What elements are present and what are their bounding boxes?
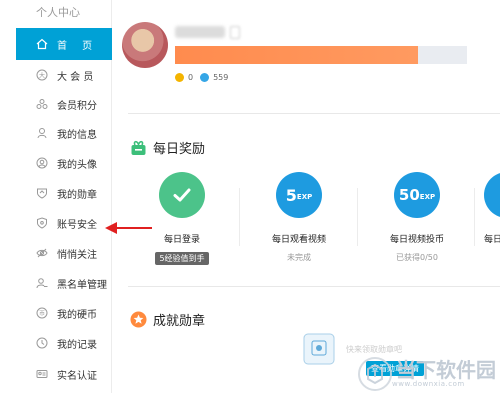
sidebar-item-label: 黑名单管理 [57,279,107,291]
blacklist-icon [35,276,49,290]
username-blurred [175,26,225,38]
reward-name: 每日观看视频 [271,235,326,245]
sidebar-item-label: 实名认证 [57,370,97,382]
sidebar-item-vip[interactable]: 大 大 会 员 [16,59,112,91]
sidebar-item-label: 我的硬币 [57,309,97,321]
record-icon [35,336,49,350]
divider [128,286,500,287]
avatar-icon [35,156,49,170]
vip-icon: 大 [35,68,49,82]
id-card-icon [35,367,49,381]
home-icon [35,37,49,51]
sidebar-title: 个人中心 [36,6,80,19]
exp-suffix: EXP [419,193,436,201]
sidebar-item-label: 大 会 员 [57,71,94,83]
badge-illustration [300,328,340,368]
divider [357,188,358,246]
sidebar-item-coins[interactable]: 币 我的硬币 [16,297,112,329]
medal-icon [35,186,49,200]
sidebar-item-label: 悄悄关注 [57,249,97,261]
reward-name: 每日视频投币 [389,235,444,245]
sidebar-item-label: 我的记录 [57,339,97,351]
exp-suffix: EXP [296,193,313,201]
achievements-title: 成就勋章 [130,310,205,329]
check-circle-icon [159,172,205,218]
sidebar-item-realname[interactable]: 实名认证 [16,358,112,390]
sidebar-item-label: 我的头像 [57,159,97,171]
shield-icon [35,216,49,230]
reward-coin-video: 50 EXP 每日视频投币 已获得0/50 [367,172,467,263]
sidebar-item-label: 首 页 [57,40,99,52]
exp-50-icon: 50 EXP [394,172,440,218]
sidebar: 个人中心 首 页 大 大 会 员 会员积分 我的信息 我的头像 我的勋章 账号安… [0,0,112,393]
red-arrow-annotation [104,220,154,234]
watermark-logo-icon [358,357,392,391]
divider [128,113,500,114]
user-info-icon [35,126,49,140]
badge-hint: 快来领取勋章吧 [346,345,402,354]
coin-icon [175,73,184,82]
divider [239,188,240,246]
sidebar-item-records[interactable]: 我的记录 [16,327,112,359]
points-icon [35,97,49,111]
exp-icon [484,172,500,218]
daily-rewards-title: 每日奖励 [130,138,205,157]
sidebar-item-label: 我的信息 [57,129,97,141]
b-coin-count: 559 [213,73,229,82]
coin-count: 0 [188,73,194,82]
gift-icon [130,139,147,156]
avatar[interactable] [122,22,168,68]
eye-icon [35,246,49,260]
reward-status: 未完成 [287,253,311,262]
sidebar-item-info[interactable]: 我的信息 [16,117,112,149]
svg-text:币: 币 [39,310,45,317]
sidebar-item-label: 账号安全 [57,219,97,231]
exp-5-icon: 5 EXP [276,172,322,218]
exp-amount: 50 [398,186,420,204]
svg-text:大: 大 [39,71,45,79]
sidebar-item-security[interactable]: 账号安全 [16,207,112,239]
user-center-page: 个人中心 首 页 大 大 会 员 会员积分 我的信息 我的头像 我的勋章 账号安… [0,0,500,393]
reward-status: 已获得0/50 [396,253,438,262]
achievements-title-text: 成就勋章 [153,314,206,329]
sidebar-item-home[interactable]: 首 页 [16,28,112,60]
sidebar-item-whisper-follow[interactable]: 悄悄关注 [16,237,112,269]
signature-bar-fill [175,46,418,64]
watermark-text: 当下软件园 [396,358,496,382]
reward-daily-login: 每日登录 5经验值到手 [132,172,232,265]
daily-rewards-title-text: 每日奖励 [153,142,206,157]
b-coin-icon [200,73,210,82]
main-content: 0 559 每日奖励 每日登录 5经验值到手 5EXP 每日观看视频 未完成 [112,0,500,393]
sidebar-item-avatar[interactable]: 我的头像 [16,147,112,179]
watermark: 当下软件园 www.downxia.com [358,357,496,391]
vip-tag-blurred [230,26,240,39]
achievement-icon [130,311,147,328]
reward-watch-video: 5 EXP 每日观看视频 未完成 [249,172,349,263]
reward-status: 5经验值到手 [155,252,209,265]
sidebar-item-blacklist[interactable]: 黑名单管理 [16,267,112,299]
coin-row: 0 559 [175,73,228,82]
signature-bar[interactable] [175,46,467,64]
divider [474,188,475,246]
coin-icon: 币 [35,306,49,320]
reward-name: 每日 [484,235,500,245]
sidebar-item-label: 我的勋章 [57,189,97,201]
sidebar-item-points[interactable]: 会员积分 [16,88,112,120]
sidebar-item-label: 会员积分 [57,100,97,112]
reward-partial: 每日 [484,172,500,245]
exp-amount: 5 [285,185,297,205]
sidebar-item-medal[interactable]: 我的勋章 [16,177,112,209]
watermark-text-block: 当下软件园 www.downxia.com [392,360,496,388]
